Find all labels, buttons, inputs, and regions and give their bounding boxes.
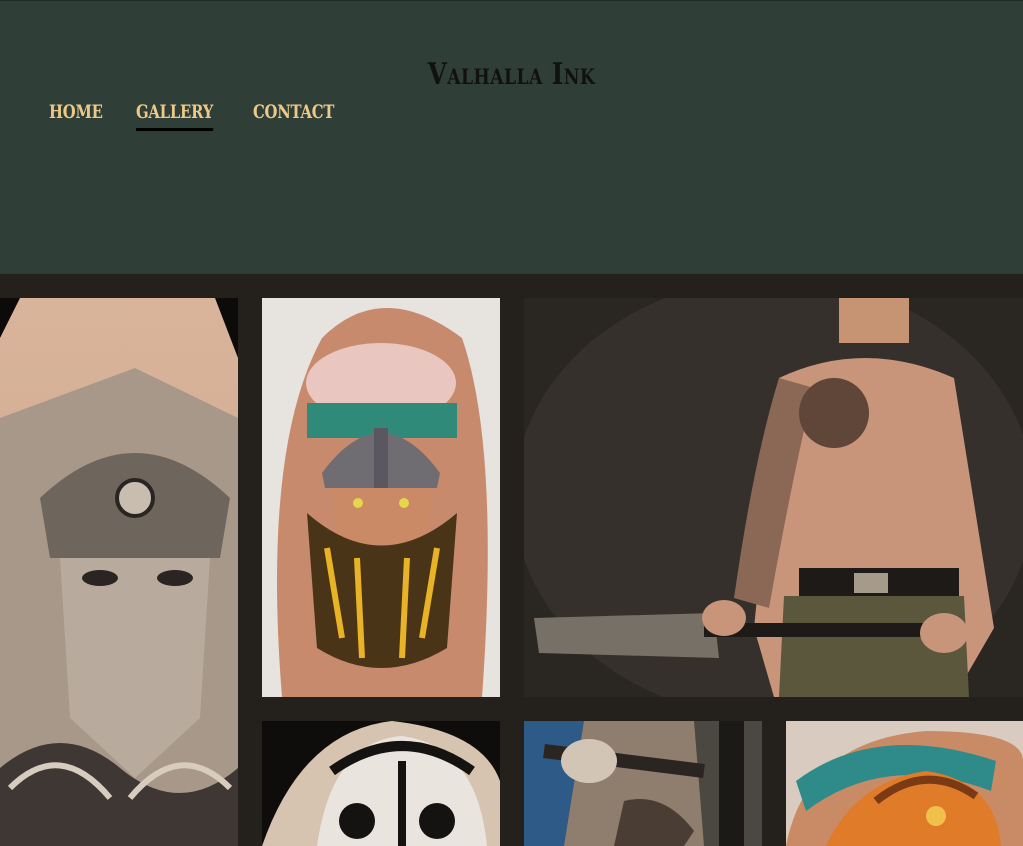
- site-title[interactable]: Valhalla Ink: [92, 57, 931, 92]
- nav-gallery[interactable]: GALLERY: [135, 101, 213, 131]
- gallery-image-color-dragon[interactable]: [786, 721, 1023, 846]
- main-nav: HOME GALLERY CONTACT: [49, 101, 375, 131]
- gallery-image-odin-back[interactable]: [0, 298, 238, 846]
- gallery-image-viking-head[interactable]: [262, 298, 500, 697]
- color-dragon-tattoo-image: [786, 721, 1023, 846]
- site-header: Valhalla Ink HOME GALLERY CONTACT: [0, 0, 1023, 274]
- nav-home[interactable]: HOME: [49, 101, 103, 131]
- nav-contact[interactable]: CONTACT: [253, 101, 334, 131]
- viking-head-tattoo-image: [262, 298, 500, 697]
- gallery-image-tattooed-man[interactable]: [524, 298, 1023, 697]
- viking-helmet-tattoo-image: [262, 721, 500, 846]
- odin-back-tattoo-image: [0, 298, 238, 846]
- warrior-sleeve-tattoo-image: [524, 721, 762, 846]
- gallery-grid: [0, 274, 1023, 846]
- gallery-image-viking-helmet[interactable]: [262, 721, 500, 846]
- tattooed-man-image: [524, 298, 1023, 697]
- gallery-image-warrior-sleeve[interactable]: [524, 721, 762, 846]
